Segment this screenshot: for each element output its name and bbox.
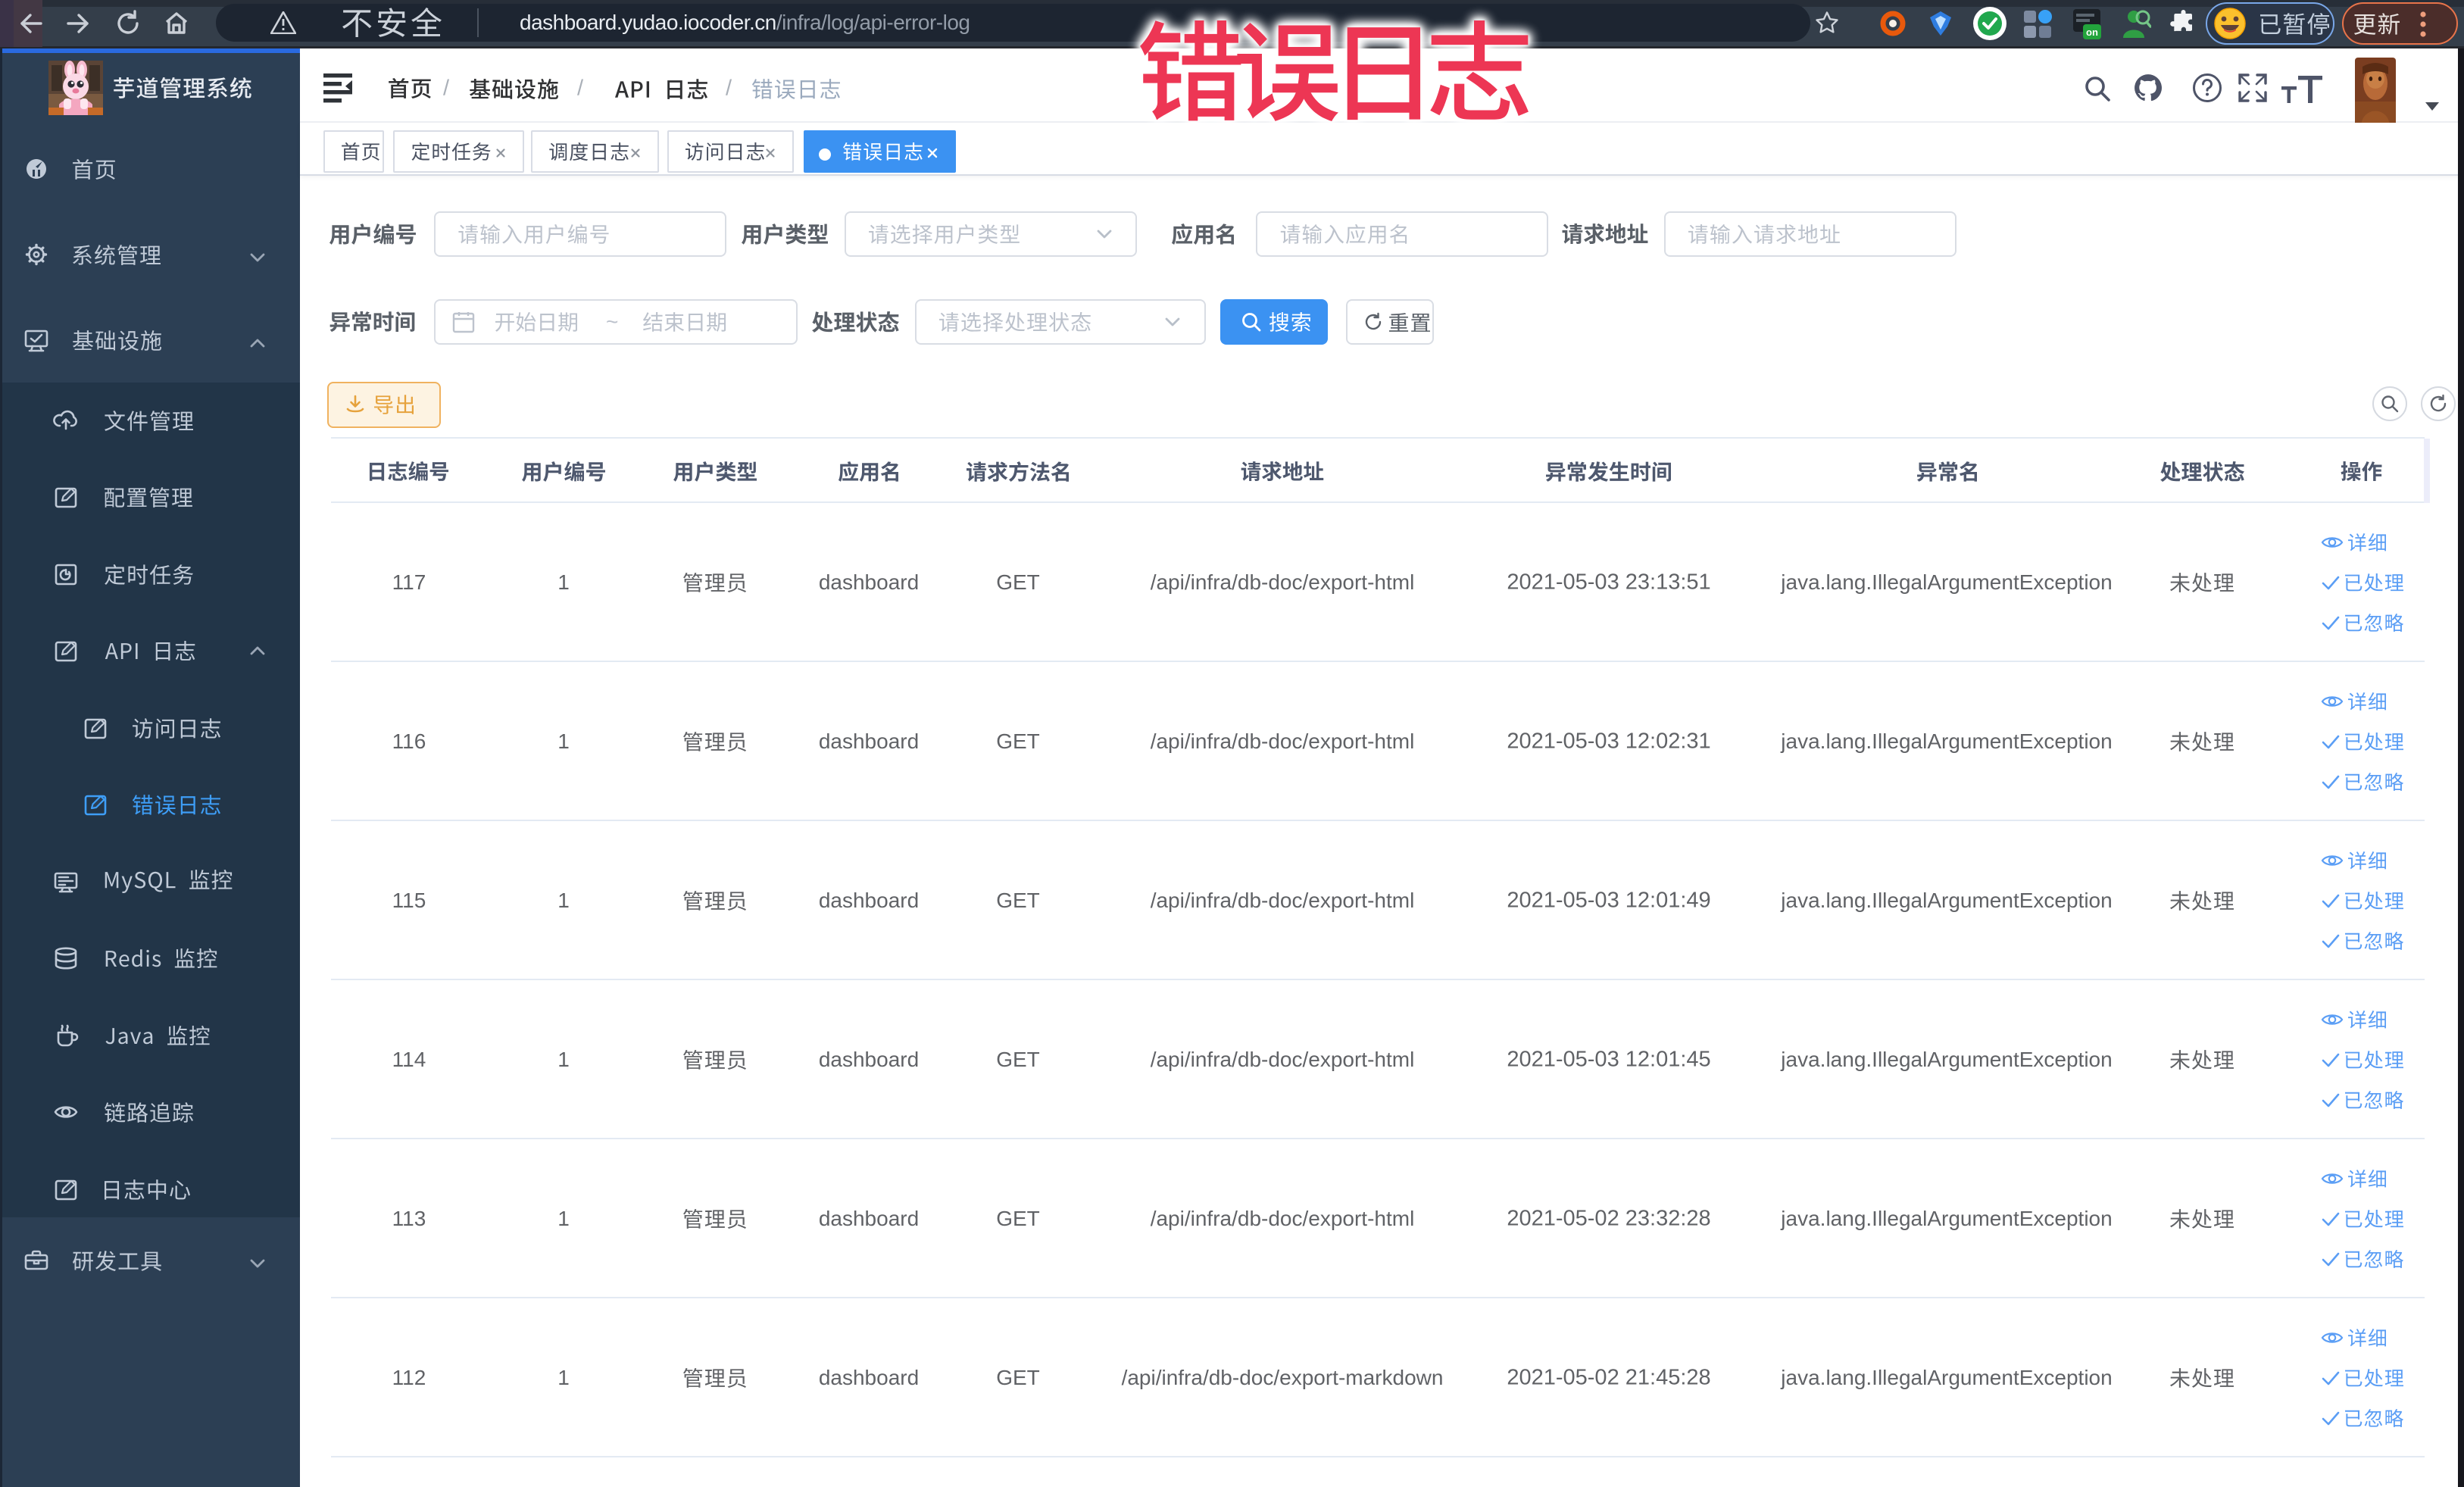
svg-text:on: on bbox=[2086, 27, 2098, 38]
